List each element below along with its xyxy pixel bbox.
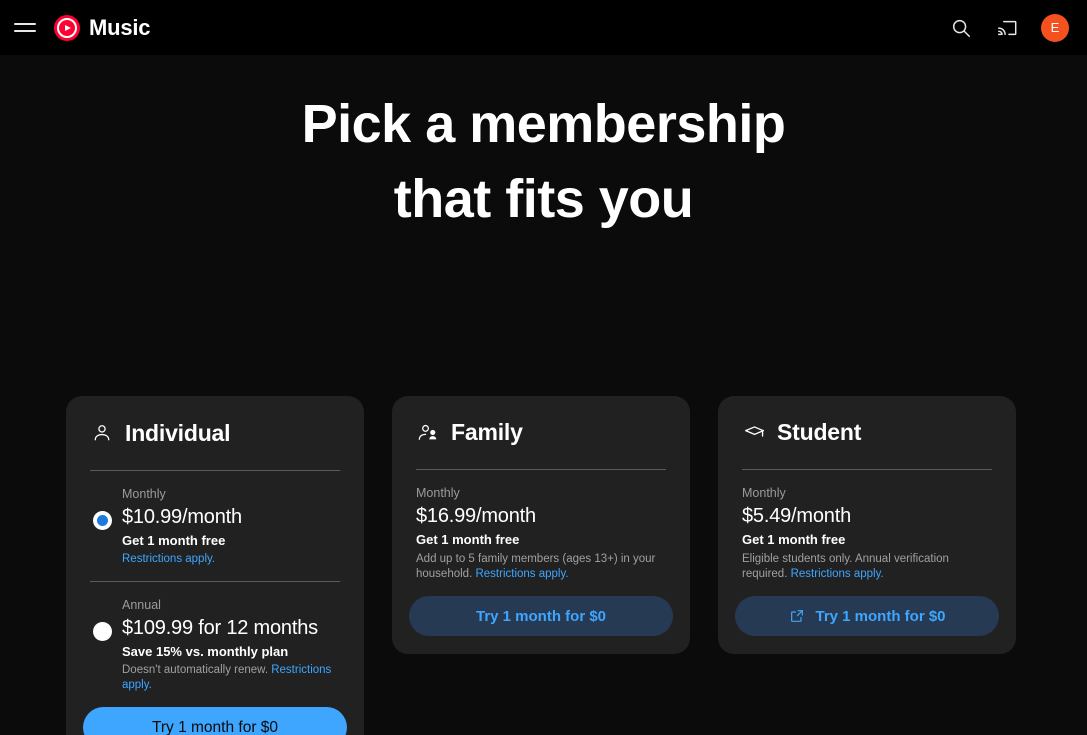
plan-title: Individual <box>125 419 231 446</box>
option-promo: Get 1 month free <box>742 532 846 548</box>
page-title-line-1: Pick a membership <box>301 94 786 154</box>
option-details: Monthly $5.49/month Get 1 month free Eli… <box>742 486 1000 582</box>
option-fineprint: Add up to 5 family members (ages 13+) in… <box>416 552 668 582</box>
option-details: Monthly $16.99/month Get 1 month free Ad… <box>416 486 674 582</box>
option-price: $109.99 for 12 months <box>122 617 318 640</box>
option-fineprint: Doesn't automatically renew. Restriction… <box>122 663 342 693</box>
option-details: Monthly $10.99/month Get 1 month free Re… <box>122 487 348 567</box>
plan-option-monthly: Monthly $16.99/month Get 1 month free Ad… <box>408 470 674 596</box>
try-button-family[interactable]: Try 1 month for $0 <box>409 596 673 636</box>
plan-card-individual[interactable]: Individual Monthly $10.99/month Get 1 mo… <box>66 396 364 735</box>
brand-name: Music <box>89 14 151 40</box>
option-fineprint: Eligible students only. Annual verificat… <box>742 552 994 582</box>
plan-header-family: Family <box>408 416 674 449</box>
radio-indicator-unselected <box>92 622 112 642</box>
option-term: Monthly <box>742 486 786 501</box>
radio-monthly[interactable] <box>82 487 122 531</box>
plan-option-annual[interactable]: Annual $109.99 for 12 months Save 15% vs… <box>82 582 348 707</box>
page-title-line-2: that fits you <box>393 169 694 229</box>
hero-section: Pick a membership that fits you <box>0 55 1087 237</box>
option-promo: Save 15% vs. monthly plan <box>122 644 289 660</box>
try-button-label: Try 1 month for $0 <box>815 607 946 625</box>
person-icon <box>90 421 114 445</box>
app-header: Music E <box>0 0 1087 55</box>
radio-annual[interactable] <box>82 598 122 642</box>
hamburger-bar <box>14 30 36 32</box>
try-button-label: Try 1 month for $0 <box>475 607 607 625</box>
plan-title: Family <box>451 419 523 446</box>
option-fineprint: Restrictions apply. <box>122 552 342 567</box>
try-button-label: Try 1 month for $0 <box>151 718 279 735</box>
hamburger-bar <box>14 23 36 25</box>
plan-option-monthly[interactable]: Monthly $10.99/month Get 1 month free Re… <box>82 471 348 581</box>
restrictions-link[interactable]: Restrictions apply. <box>475 568 568 580</box>
plan-header-student: Student <box>734 416 1000 449</box>
header-actions: E <box>949 13 1069 42</box>
restrictions-link[interactable]: Restrictions apply. <box>791 568 884 580</box>
external-link-icon <box>788 608 805 625</box>
option-promo: Get 1 month free <box>122 533 226 549</box>
option-term: Monthly <box>416 486 460 501</box>
radio-indicator-selected <box>92 511 112 531</box>
option-price: $16.99/month <box>416 505 536 528</box>
plan-card-student[interactable]: Student Monthly $5.49/month Get 1 month … <box>718 396 1016 654</box>
option-price: $5.49/month <box>742 505 851 528</box>
plan-title: Student <box>777 419 862 446</box>
try-button-student[interactable]: Try 1 month for $0 <box>735 596 999 636</box>
logo-play-triangle <box>65 24 71 31</box>
membership-plan-cards: Individual Monthly $10.99/month Get 1 mo… <box>66 396 1016 735</box>
fineprint-text: Doesn't automatically renew. <box>122 664 272 677</box>
option-price: $10.99/month <box>122 506 242 529</box>
option-promo: Get 1 month free <box>416 532 520 548</box>
page-title: Pick a membership that fits you <box>0 87 1087 237</box>
user-avatar[interactable]: E <box>1041 13 1069 42</box>
plan-header-individual: Individual <box>82 416 348 450</box>
cast-icon[interactable] <box>995 16 1019 40</box>
plan-card-family[interactable]: Family Monthly $16.99/month Get 1 month … <box>392 396 690 654</box>
youtube-music-logo-icon <box>54 14 80 41</box>
plan-option-monthly: Monthly $5.49/month Get 1 month free Eli… <box>734 470 1000 596</box>
try-button-individual[interactable]: Try 1 month for $0 <box>83 707 347 735</box>
search-icon[interactable] <box>949 16 973 40</box>
option-term: Annual <box>122 598 161 613</box>
page-body: Pick a membership that fits you Individu… <box>0 55 1087 735</box>
people-icon <box>416 421 440 445</box>
restrictions-link[interactable]: Restrictions apply. <box>122 553 215 565</box>
hamburger-menu-icon[interactable] <box>14 16 38 40</box>
graduation-cap-icon <box>742 421 766 445</box>
option-term: Monthly <box>122 487 166 502</box>
option-details: Annual $109.99 for 12 months Save 15% vs… <box>122 598 348 693</box>
logo-ring <box>57 17 77 38</box>
brand-logo-link[interactable]: Music <box>54 14 151 41</box>
